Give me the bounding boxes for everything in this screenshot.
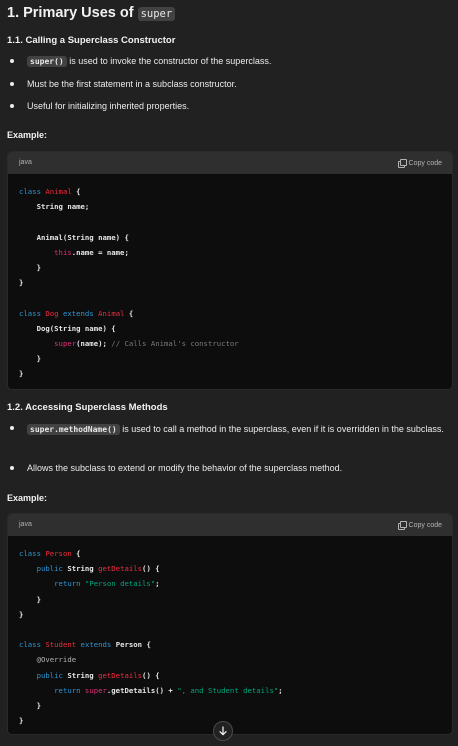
- code-line: class Animal {: [19, 187, 81, 196]
- arrow-down-icon: [219, 726, 227, 736]
- code-line: class Student extends Person {: [19, 640, 151, 650]
- bullet-dot: [10, 426, 14, 430]
- code-line: }: [19, 609, 24, 619]
- list-item: Useful for initializing inherited proper…: [7, 98, 189, 114]
- code-block: java Copy code class Animal { String nam…: [7, 151, 453, 390]
- code-line: return super.getDetails() + ", and Stude…: [54, 685, 283, 695]
- code-line: Animal(String name) {: [36, 232, 129, 242]
- list-item-text: Useful for initializing inherited proper…: [27, 101, 190, 111]
- code-line: Dog(String name) {: [36, 323, 116, 333]
- bullet-dot: [10, 104, 14, 108]
- copy-code-label: Copy code: [408, 159, 442, 167]
- code-language-label: java: [19, 159, 32, 166]
- example-label: Example:: [7, 130, 48, 140]
- list-item-text: Must be the first statement in a subclas…: [27, 79, 237, 89]
- list-item-text: is used to call a method in the supercla…: [119, 424, 444, 434]
- example-label: Example:: [7, 493, 48, 503]
- code-line: }: [19, 369, 24, 379]
- code-line: }: [36, 701, 41, 711]
- code-content: class Person { public String getDetails(…: [8, 536, 452, 734]
- code-line: }: [36, 594, 41, 604]
- code-line: this.name = name;: [54, 247, 129, 257]
- code-line: public String getDetails() {: [36, 564, 160, 574]
- code-language-label: java: [19, 521, 32, 528]
- code-line: @Override: [36, 655, 77, 665]
- scroll-to-bottom-button[interactable]: [213, 721, 233, 741]
- code-line: super(name); // Calls Animal's construct…: [54, 339, 239, 349]
- copy-code-button[interactable]: Copy code: [397, 521, 442, 530]
- code-line: class Dog extends Animal {: [19, 308, 134, 318]
- code-line: }: [36, 354, 41, 364]
- bullet-dot: [10, 59, 14, 63]
- code-line: }: [36, 263, 41, 273]
- copy-icon: [397, 521, 407, 530]
- code-line: public String getDetails() {: [36, 670, 160, 680]
- list-item: super() is used to invoke the constructo…: [7, 53, 271, 70]
- code-line: String name;: [36, 202, 90, 212]
- code-line: class Person {: [19, 549, 81, 558]
- inline-code: super.methodName(): [27, 424, 120, 435]
- list-item: super.methodName() is used to call a met…: [7, 420, 447, 439]
- heading-text: 1. Primary Uses of: [7, 5, 138, 21]
- code-line: return "Person details";: [54, 579, 160, 589]
- list-item-text: Allows the subclass to extend or modify …: [27, 463, 343, 473]
- code-block: java Copy code class Person { public Str…: [7, 513, 453, 735]
- copy-icon: [397, 159, 407, 168]
- code-content: class Animal { String name; Animal(Strin…: [8, 174, 452, 389]
- code-line: }: [19, 716, 24, 726]
- bullet-dot: [10, 466, 14, 470]
- copy-code-label: Copy code: [408, 521, 442, 529]
- code-block-header: java Copy code: [8, 514, 452, 536]
- copy-code-button[interactable]: Copy code: [397, 159, 442, 168]
- list-item: Must be the first statement in a subclas…: [7, 76, 237, 92]
- code-block-header: java Copy code: [8, 152, 452, 174]
- list-item: Allows the subclass to extend or modify …: [7, 460, 342, 476]
- inline-code: super(): [27, 56, 67, 67]
- bullet-dot: [10, 82, 14, 86]
- list-item-text: is used to invoke the constructor of the…: [66, 56, 272, 66]
- code-line: }: [19, 278, 24, 288]
- heading-inline-code: super: [137, 7, 176, 21]
- subsection-title-1: 1.1. Calling a Superclass Constructor: [7, 35, 176, 46]
- subsection-title-2: 1.2. Accessing Superclass Methods: [7, 402, 168, 413]
- section-heading: 1. Primary Uses of super: [7, 5, 176, 21]
